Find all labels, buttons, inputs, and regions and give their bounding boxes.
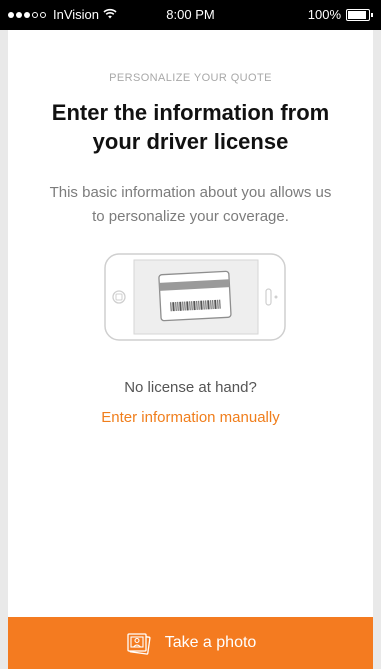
page-description: This basic information about you allows … [49, 184, 332, 225]
battery-percentage: 100% [307, 7, 341, 22]
enter-manually-link[interactable]: Enter information manually [0, 409, 381, 426]
photos-icon [125, 631, 151, 655]
left-edge [0, 0, 8, 669]
phone-scanning-license-icon [104, 253, 286, 341]
take-photo-button[interactable]: Take a photo [8, 617, 373, 669]
take-photo-label: Take a photo [164, 634, 257, 651]
section-eyebrow: PERSONALIZE YOUR QUOTE [109, 72, 272, 84]
page-title: Enter the information from your driver l… [51, 100, 330, 154]
status-bar: InVision 8:00 PM 100% [0, 0, 381, 30]
app-screen: InVision 8:00 PM 100% PERSONALIZE YOUR Q… [0, 0, 381, 669]
no-license-prompt: No license at hand? [124, 379, 257, 396]
status-bar-right: 100% [308, 0, 373, 30]
right-edge [373, 0, 381, 669]
battery-icon [346, 9, 370, 21]
